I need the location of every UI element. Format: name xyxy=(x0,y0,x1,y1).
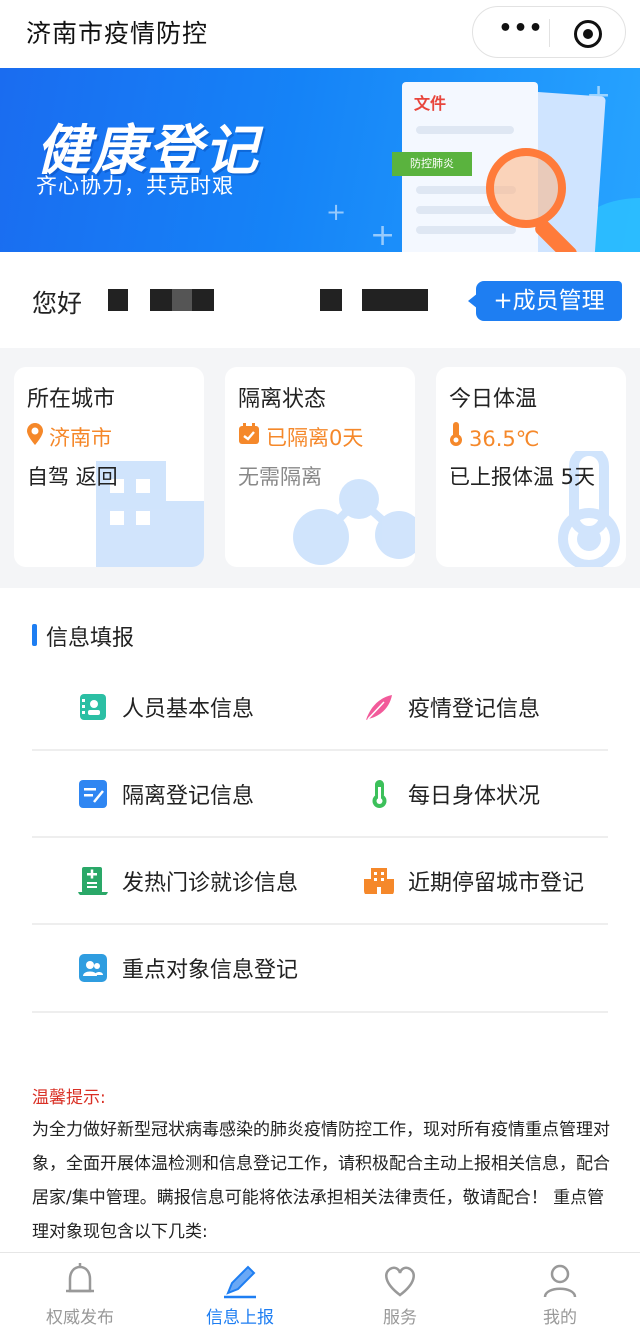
capsule-divider xyxy=(549,19,550,47)
redacted-name xyxy=(320,289,342,311)
location-pin-icon xyxy=(27,423,43,445)
plus-decoration-icon: + xyxy=(370,218,396,252)
quarantine-card-title: 隔离状态 xyxy=(238,387,327,412)
more-dots-icon[interactable]: ••• xyxy=(491,18,551,45)
daily-health-label: 每日身体状况 xyxy=(408,784,541,809)
epidemic-registration-label: 疫情登记信息 xyxy=(408,697,541,722)
fever-clinic-label: 发热门诊就诊信息 xyxy=(122,871,299,896)
quarantine-registration-label: 隔离登记信息 xyxy=(122,784,255,809)
greeting-bar: 您好 +成员管理 xyxy=(0,252,640,348)
tab-label: 我的 xyxy=(543,1308,577,1328)
redacted-name xyxy=(362,289,428,311)
section-title: 信息填报 xyxy=(46,626,135,651)
bell-icon xyxy=(66,1263,94,1293)
tab-mine[interactable]: 我的 xyxy=(480,1253,640,1334)
banner-subtitle: 齐心协力，共克时艰 xyxy=(36,174,234,198)
document-tag: 防控肺炎 xyxy=(392,152,472,176)
notice-title: 温馨提示: xyxy=(32,1088,106,1108)
section-accent-bar xyxy=(32,624,37,646)
redacted-name xyxy=(192,289,214,311)
quarantine-card[interactable]: 隔离状态 已隔离0天 无需隔离 xyxy=(225,367,415,567)
basic-info-label: 人员基本信息 xyxy=(122,697,255,722)
quarantine-status: 已隔离0天 xyxy=(266,426,364,450)
city-name: 济南市 xyxy=(49,426,112,450)
user-icon xyxy=(543,1264,577,1298)
top-bar: 济南市疫情防控 ••• xyxy=(0,0,640,68)
tab-label: 服务 xyxy=(383,1308,417,1328)
health-registration-banner: + + + 文件 防控肺炎 健康登记 齐心协力，共克时艰 xyxy=(0,68,640,252)
redacted-name xyxy=(108,289,128,311)
temperature-card[interactable]: 今日体温 36.5℃ 已上报体温 5天 xyxy=(436,367,626,567)
city-card[interactable]: 所在城市 济南市 自驾 返回 xyxy=(14,367,204,567)
heart-icon xyxy=(385,1266,415,1297)
tab-label: 信息上报 xyxy=(206,1308,274,1328)
thermometer-icon xyxy=(450,422,462,446)
greeting-text: 您好 xyxy=(32,289,83,318)
quarantine-card-value: 已隔离0天 xyxy=(238,422,363,452)
document-line xyxy=(416,206,496,214)
temperature-value: 36.5℃ xyxy=(469,427,540,451)
row-divider xyxy=(32,1011,608,1013)
temperature-card-sub: 已上报体温 5天 xyxy=(449,465,596,489)
magnifier-icon xyxy=(486,148,566,228)
row-divider xyxy=(32,749,608,751)
mini-program-capsule: ••• xyxy=(472,6,626,58)
temperature-card-title: 今日体温 xyxy=(449,387,538,412)
pen-icon xyxy=(224,1265,256,1299)
city-card-sub: 自驾 返回 xyxy=(27,465,118,489)
app-title: 济南市疫情防控 xyxy=(26,19,209,48)
city-card-value: 济南市 xyxy=(27,422,112,452)
row-divider xyxy=(32,836,608,838)
thermometer-icon xyxy=(372,780,387,808)
tab-label: 权威发布 xyxy=(46,1308,114,1328)
edit-form-icon xyxy=(79,780,107,808)
document-line xyxy=(416,126,514,134)
temperature-card-value: 36.5℃ xyxy=(449,422,539,451)
clinic-icon xyxy=(78,867,108,895)
target-close-icon[interactable] xyxy=(574,20,602,48)
member-management-button[interactable]: +成员管理 xyxy=(468,281,622,321)
plus-decoration-icon: + xyxy=(326,198,347,226)
quarantine-card-sub: 无需隔离 xyxy=(238,465,322,489)
bottom-tab-bar: 权威发布 信息上报 服务 我的 xyxy=(0,1252,640,1333)
feather-icon xyxy=(366,695,392,720)
tab-info-report[interactable]: 信息上报 xyxy=(160,1253,320,1334)
calendar-check-icon xyxy=(239,423,259,444)
document-label: 文件 xyxy=(414,94,447,113)
building-icon xyxy=(364,868,394,894)
tab-service[interactable]: 服务 xyxy=(320,1253,480,1334)
city-card-title: 所在城市 xyxy=(27,387,116,412)
row-divider xyxy=(32,923,608,925)
redacted-name xyxy=(172,289,192,311)
key-object-label: 重点对象信息登记 xyxy=(122,958,299,983)
redacted-name xyxy=(150,289,172,311)
notice-body: 为全力做好新型冠状病毒感染的肺炎疫情防控工作，现对所有疫情重点管理对象，全面开展… xyxy=(32,1120,610,1242)
recent-city-label: 近期停留城市登记 xyxy=(408,871,585,896)
id-card-icon xyxy=(80,694,106,720)
tab-official-release[interactable]: 权威发布 xyxy=(0,1253,160,1334)
users-badge-icon xyxy=(79,954,107,982)
document-line xyxy=(416,226,516,234)
